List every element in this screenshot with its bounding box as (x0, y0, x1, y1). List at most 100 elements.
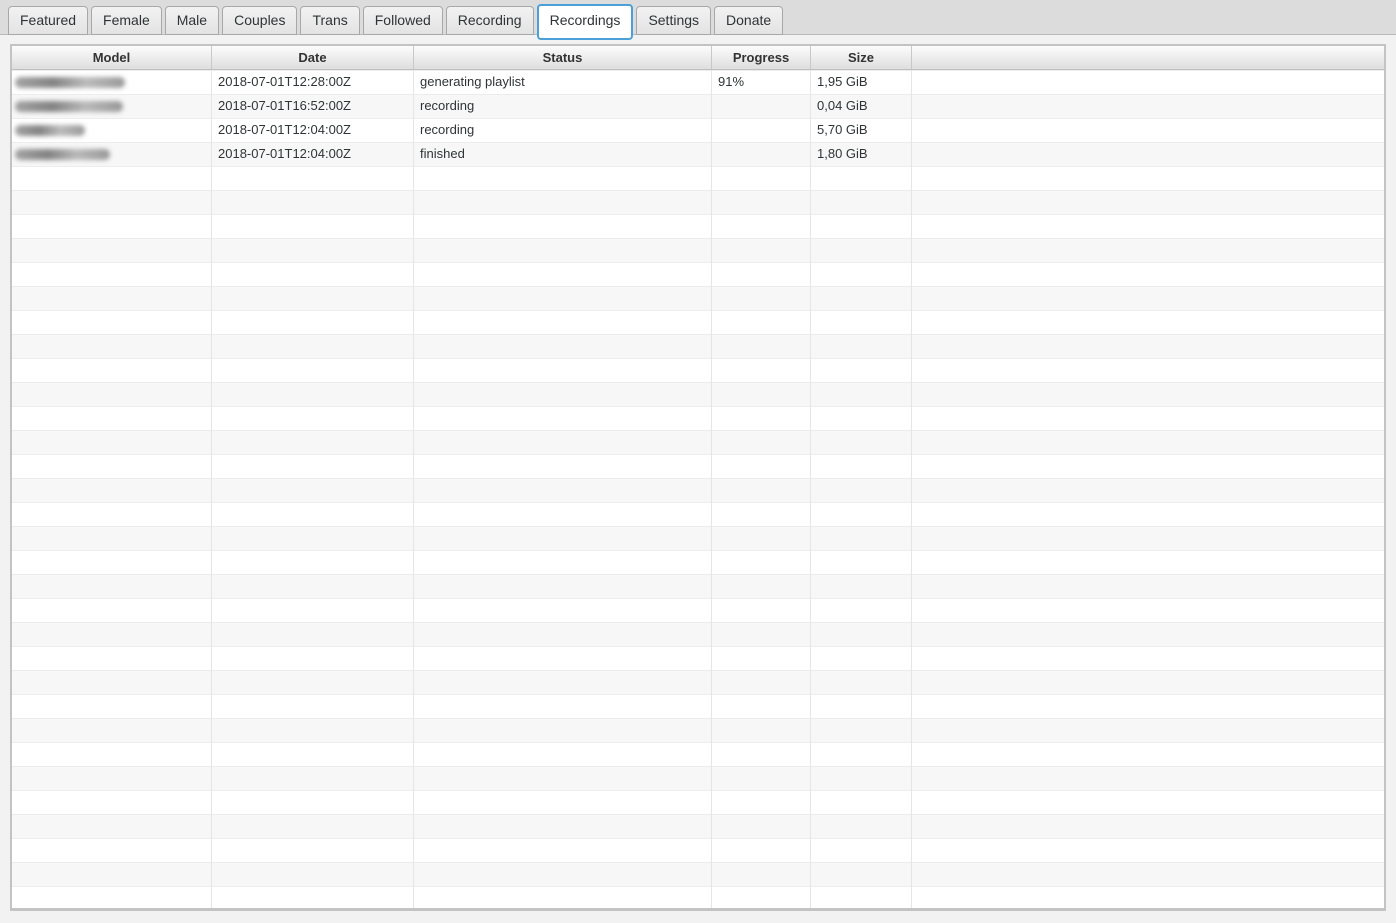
empty-row (12, 262, 1384, 286)
table-row[interactable]: 2018-07-01T12:04:00Zfinished1,80 GiB (12, 142, 1384, 166)
tab-male[interactable]: Male (165, 6, 219, 35)
empty-cell (212, 742, 414, 766)
empty-cell (414, 838, 712, 862)
empty-cell (712, 670, 811, 694)
empty-row (12, 622, 1384, 646)
empty-cell (811, 238, 912, 262)
cell-progress (712, 94, 811, 118)
empty-cell (414, 190, 712, 214)
column-header-status[interactable]: Status (414, 46, 712, 69)
empty-cell (912, 358, 1384, 382)
empty-row (12, 190, 1384, 214)
empty-cell (712, 310, 811, 334)
empty-cell (414, 526, 712, 550)
empty-cell (912, 478, 1384, 502)
tab-featured[interactable]: Featured (8, 6, 88, 35)
empty-cell (912, 838, 1384, 862)
empty-row (12, 550, 1384, 574)
empty-cell (212, 214, 414, 238)
empty-cell (12, 190, 212, 214)
empty-row (12, 838, 1384, 862)
empty-cell (212, 262, 414, 286)
column-header-date[interactable]: Date (212, 46, 414, 69)
tab-strip: FeaturedFemaleMaleCouplesTransFollowedRe… (8, 4, 783, 40)
empty-cell (12, 286, 212, 310)
empty-cell (414, 166, 712, 190)
empty-cell (811, 214, 912, 238)
empty-cell (212, 334, 414, 358)
empty-cell (811, 502, 912, 526)
empty-cell (12, 574, 212, 598)
empty-cell (12, 790, 212, 814)
empty-cell (212, 454, 414, 478)
empty-cell (414, 862, 712, 886)
empty-row (12, 718, 1384, 742)
tab-recording[interactable]: Recording (446, 6, 534, 35)
cell-size: 0,04 GiB (811, 94, 912, 118)
empty-cell (712, 166, 811, 190)
table-row[interactable]: 2018-07-01T16:52:00Zrecording0,04 GiB (12, 94, 1384, 118)
cell-date: 2018-07-01T12:04:00Z (212, 118, 414, 142)
empty-cell (712, 622, 811, 646)
empty-cell (212, 886, 414, 910)
empty-row (12, 406, 1384, 430)
empty-cell (212, 598, 414, 622)
empty-cell (712, 478, 811, 502)
tab-trans[interactable]: Trans (300, 6, 359, 35)
empty-cell (212, 238, 414, 262)
empty-cell (212, 526, 414, 550)
cell-model (12, 70, 212, 94)
tab-followed[interactable]: Followed (363, 6, 443, 35)
table-row[interactable]: 2018-07-01T12:28:00Zgenerating playlist9… (12, 70, 1384, 94)
empty-cell (212, 862, 414, 886)
table-row[interactable]: 2018-07-01T12:04:00Zrecording5,70 GiB (12, 118, 1384, 142)
empty-cell (712, 334, 811, 358)
empty-cell (811, 766, 912, 790)
empty-cell (811, 790, 912, 814)
tab-donate[interactable]: Donate (714, 6, 783, 35)
empty-row (12, 886, 1384, 910)
empty-row (12, 814, 1384, 838)
empty-cell (712, 766, 811, 790)
empty-cell (712, 286, 811, 310)
empty-row (12, 358, 1384, 382)
empty-cell (12, 886, 212, 910)
empty-cell (912, 670, 1384, 694)
empty-cell (12, 478, 212, 502)
empty-cell (212, 550, 414, 574)
empty-row (12, 478, 1384, 502)
table-header: Model Date Status Progress Size (12, 46, 1384, 70)
empty-cell (811, 310, 912, 334)
cell-filler (912, 70, 1384, 94)
empty-cell (712, 862, 811, 886)
tab-female[interactable]: Female (91, 6, 162, 35)
column-header-model[interactable]: Model (12, 46, 212, 69)
tab-couples[interactable]: Couples (222, 6, 297, 35)
cell-progress: 91% (712, 70, 811, 94)
empty-cell (811, 430, 912, 454)
empty-cell (12, 358, 212, 382)
empty-cell (414, 430, 712, 454)
empty-row (12, 334, 1384, 358)
tab-settings[interactable]: Settings (636, 6, 711, 35)
empty-cell (912, 622, 1384, 646)
column-header-progress[interactable]: Progress (712, 46, 811, 69)
empty-cell (12, 238, 212, 262)
cell-date: 2018-07-01T12:28:00Z (212, 70, 414, 94)
empty-row (12, 286, 1384, 310)
column-header-size[interactable]: Size (811, 46, 912, 69)
cell-filler (912, 142, 1384, 166)
empty-cell (811, 334, 912, 358)
empty-cell (912, 862, 1384, 886)
empty-row (12, 310, 1384, 334)
empty-cell (12, 526, 212, 550)
empty-cell (212, 790, 414, 814)
empty-cell (414, 670, 712, 694)
empty-row (12, 166, 1384, 190)
empty-row (12, 598, 1384, 622)
empty-cell (12, 214, 212, 238)
empty-cell (212, 646, 414, 670)
tab-recordings[interactable]: Recordings (537, 4, 634, 40)
cell-size: 1,80 GiB (811, 142, 912, 166)
empty-cell (12, 766, 212, 790)
